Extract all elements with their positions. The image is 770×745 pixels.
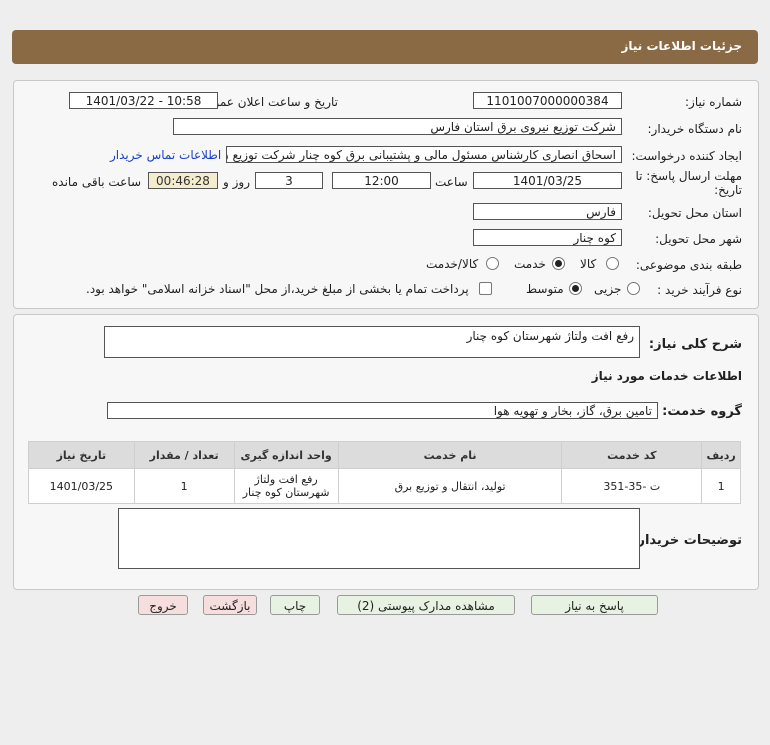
table-row[interactable]: 1 ت -35-351 تولید، انتقال و توزیع برق رف… — [28, 468, 741, 504]
category-goods-label: کالا — [580, 257, 597, 271]
services-section-title: اطلاعات خدمات مورد نیاز — [591, 369, 742, 383]
process-medium-radio[interactable] — [569, 282, 582, 295]
province-field[interactable]: فارس — [473, 203, 622, 220]
creator-label: ایجاد کننده درخواست: — [631, 149, 742, 163]
summary-field[interactable]: رفع افت ولتاژ شهرستان کوه چنار — [104, 326, 640, 358]
category-goods-service-label: کالا/خدمت — [426, 257, 479, 271]
deadline-time-field[interactable]: 12:00 — [332, 172, 431, 189]
process-minor-radio[interactable] — [627, 282, 640, 295]
page-header: جزئیات اطلاعات نیاز — [12, 30, 758, 64]
days-label: روز و — [223, 175, 250, 189]
buyer-org-label: نام دستگاه خریدار: — [647, 122, 743, 136]
service-group-field[interactable]: تامین برق، گاز، بخار و تهویه هوا — [107, 402, 658, 419]
back-button[interactable]: بازگشت — [203, 595, 257, 615]
col-qty: تعداد / مقدار — [133, 441, 235, 469]
category-service-radio[interactable] — [552, 257, 565, 270]
cell-name: تولید، انتقال و توزیع برق — [337, 468, 563, 504]
deadline-date-label: تاریخ: — [714, 183, 742, 197]
buyer-org-field[interactable]: شرکت توزیع نیروی برق استان فارس — [173, 118, 622, 135]
page-title: جزئیات اطلاعات نیاز — [621, 39, 742, 53]
province-label: استان محل تحویل: — [647, 206, 742, 220]
announce-field[interactable]: 1401/03/22 - 10:58 — [69, 92, 218, 109]
services-table: ردیف کد خدمت نام خدمت واحد اندازه گیری ت… — [28, 441, 741, 504]
category-goods-service-radio[interactable] — [486, 257, 499, 270]
cell-qty: 1 — [133, 468, 235, 504]
need-number-label: شماره نیاز: — [685, 95, 742, 109]
buyer-notes-field[interactable] — [118, 508, 640, 569]
table-header-row: ردیف کد خدمت نام خدمت واحد اندازه گیری ت… — [28, 441, 741, 469]
remaining-label: ساعت باقی مانده — [52, 175, 142, 189]
remaining-time-field: 00:46:28 — [148, 172, 218, 189]
treasury-payment-checkbox[interactable] — [479, 282, 492, 295]
exit-button[interactable]: خروج — [138, 595, 188, 615]
col-name: نام خدمت — [337, 441, 563, 469]
need-info-panel — [13, 80, 759, 309]
print-button[interactable]: چاپ — [270, 595, 320, 615]
deadline-date-field[interactable]: 1401/03/25 — [473, 172, 622, 189]
city-field[interactable]: کوه چنار — [473, 229, 622, 246]
deadline-time-label: ساعت — [435, 175, 468, 189]
col-unit: واحد اندازه گیری — [233, 441, 339, 469]
col-code: کد خدمت — [561, 441, 703, 469]
need-number-field[interactable]: 1101007000000384 — [473, 92, 622, 109]
process-minor-label: جزیی — [594, 282, 622, 296]
deadline-label: مهلت ارسال پاسخ: تا — [635, 169, 742, 183]
category-service-label: خدمت — [514, 257, 546, 271]
process-label: نوع فرآیند خرید : — [657, 283, 742, 297]
attachments-button[interactable]: مشاهده مدارک پیوستی (2) — [337, 595, 515, 615]
city-label: شهر محل تحویل: — [655, 232, 742, 246]
cell-date: 1401/03/25 — [28, 468, 135, 504]
cell-row: 1 — [701, 468, 741, 504]
category-goods-radio[interactable] — [606, 257, 619, 270]
buyer-contact-link[interactable]: اطلاعات تماس خریدار — [110, 148, 221, 162]
treasury-payment-note: پرداخت تمام یا بخشی از مبلغ خرید،از محل … — [86, 282, 469, 296]
service-group-label: گروه خدمت: — [662, 404, 742, 419]
creator-field[interactable]: اسحاق انصاری کارشناس مسئول مالی و پشتیبا… — [226, 146, 622, 163]
reply-button[interactable]: پاسخ به نیاز — [531, 595, 658, 615]
col-date: تاریخ نیاز — [28, 441, 135, 469]
process-medium-label: متوسط — [526, 282, 564, 296]
buyer-notes-label: توضیحات خریدار: — [632, 533, 742, 548]
category-label: طبقه بندی موضوعی: — [635, 258, 742, 272]
cell-code: ت -35-351 — [561, 468, 703, 504]
cell-unit: رفع افت ولتاژ شهرستان کوه چنار — [233, 468, 339, 504]
days-field[interactable]: 3 — [255, 172, 323, 189]
summary-label: شرح کلی نیاز: — [648, 337, 742, 352]
col-row: ردیف — [701, 441, 741, 469]
